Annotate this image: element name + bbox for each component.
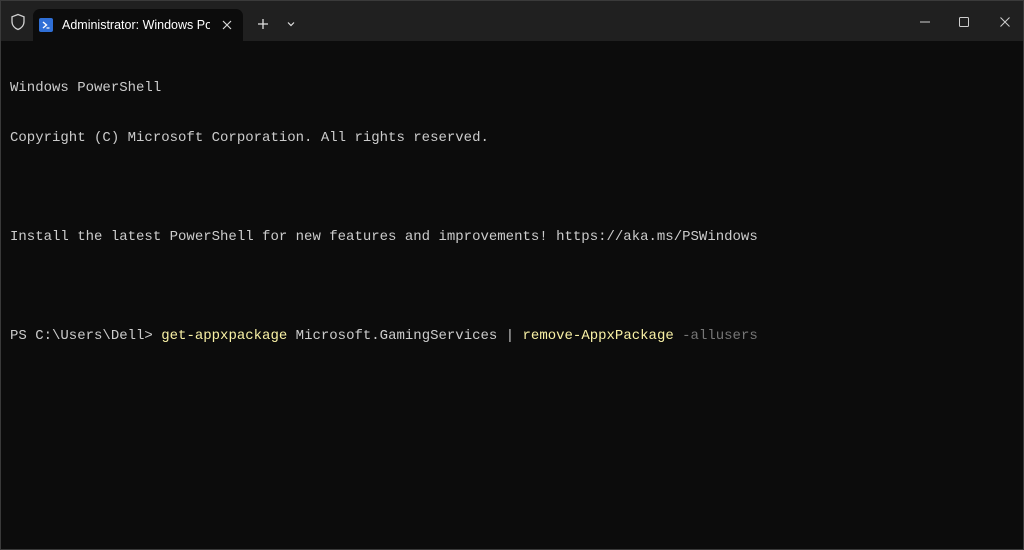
chevron-down-icon (287, 22, 295, 27)
close-button[interactable] (985, 7, 1023, 37)
plus-icon (258, 19, 268, 29)
tab-title: Administrator: Windows PowerShell (62, 18, 210, 32)
minimize-icon (920, 21, 930, 23)
output-line: Install the latest PowerShell for new fe… (10, 228, 758, 245)
title-bar[interactable]: Administrator: Windows PowerShell (1, 1, 1023, 41)
tab-dropdown-button[interactable] (281, 14, 301, 34)
shield-icon (9, 13, 27, 31)
new-tab-button[interactable] (253, 14, 273, 34)
terminal-output[interactable]: Windows PowerShell Copyright (C) Microso… (10, 47, 1010, 547)
minimize-button[interactable] (905, 7, 945, 37)
command-line[interactable]: PS C:\Users\Dell> get-appxpackage Micros… (10, 328, 1010, 345)
terminal-window: Administrator: Windows PowerShell (0, 0, 1024, 550)
output-line: Windows PowerShell (10, 80, 162, 96)
tab-powershell[interactable]: Administrator: Windows PowerShell (33, 9, 243, 41)
close-icon (1000, 17, 1010, 27)
maximize-button[interactable] (944, 7, 984, 37)
output-line: Copyright (C) Microsoft Corporation. All… (10, 129, 489, 146)
maximize-icon (959, 17, 969, 27)
command-argument: Microsoft.GamingServices | (287, 327, 523, 344)
command-parameter: -allusers (673, 327, 758, 344)
prompt: PS C:\Users\Dell> (10, 327, 162, 344)
cmdlet-get-appxpackage: get-appxpackage (161, 327, 288, 344)
powershell-icon (39, 18, 53, 32)
cmdlet-remove-appxpackage: remove-AppxPackage (522, 327, 674, 344)
tab-close-icon[interactable] (219, 17, 235, 33)
